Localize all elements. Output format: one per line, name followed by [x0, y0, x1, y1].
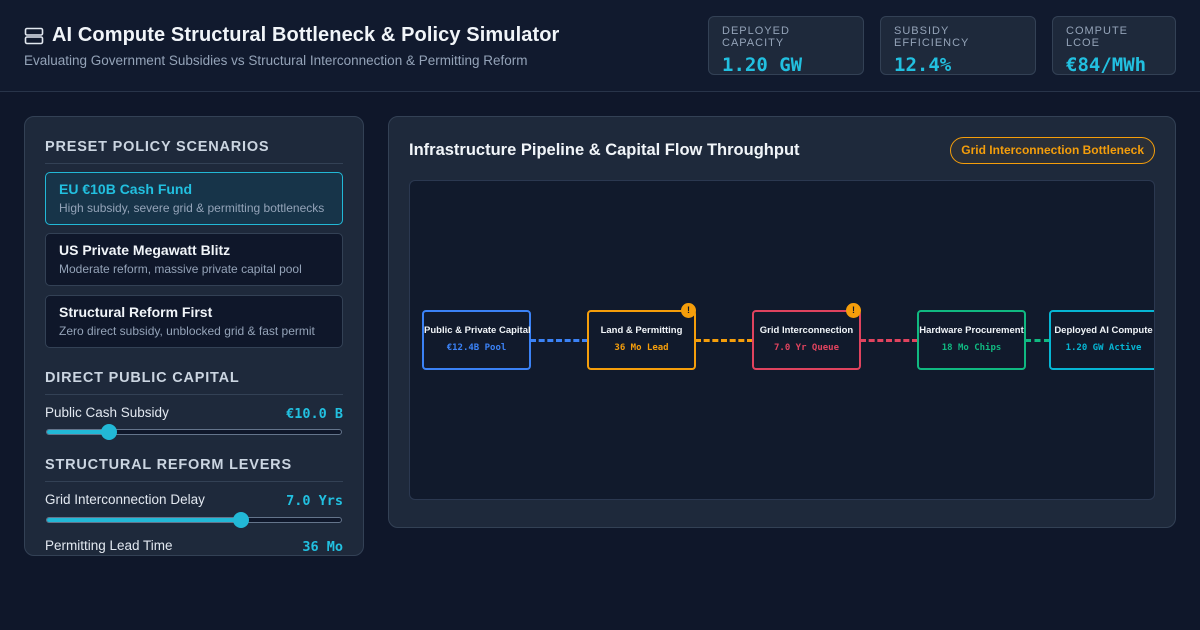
metric-subsidy-efficiency: Subsidy Efficiency 12.4%	[880, 16, 1036, 76]
node-deployed-compute[interactable]: Deployed AI Compute 1.20 GW Active	[1049, 310, 1154, 370]
node-value: 7.0 Yr Queue	[773, 343, 840, 353]
metric-label: Compute LCOE	[1066, 25, 1128, 49]
flow-connector	[530, 339, 588, 342]
node-name: Land & Permitting	[600, 325, 683, 336]
slider-fill	[47, 430, 109, 434]
divider	[45, 163, 343, 164]
metric-value: 12.4%	[894, 54, 952, 76]
node-name: Public & Private Capital	[424, 325, 531, 336]
scenario-us-megawatt-blitz[interactable]: US Private Megawatt Blitz Moderate refor…	[45, 233, 343, 286]
scenario-description: High subsidy, severe grid & permitting b…	[59, 201, 325, 215]
server-stack-icon	[24, 27, 44, 44]
flow-connector	[695, 339, 753, 342]
title-row: AI Compute Structural Bottleneck & Polic…	[24, 24, 559, 47]
node-capital[interactable]: Public & Private Capital €12.4B Pool	[422, 310, 531, 370]
pipeline-canvas: Public & Private Capital €12.4B Pool Lan…	[409, 180, 1155, 500]
scenario-structural-reform-first[interactable]: Structural Reform First Zero direct subs…	[45, 295, 343, 348]
node-permitting[interactable]: Land & Permitting 36 Mo Lead !	[587, 303, 696, 370]
scenarios-heading: Preset Policy Scenarios	[45, 139, 270, 155]
subsidy-label: Public Cash Subsidy	[45, 405, 169, 420]
warning-icon: !	[846, 303, 861, 318]
metric-label: Deployed Capacity	[722, 25, 790, 49]
node-value: €12.4B Pool	[446, 343, 507, 353]
bottleneck-badge: Grid Interconnection Bottleneck	[950, 137, 1155, 164]
metric-value: €84/MWh	[1066, 54, 1147, 76]
node-grid-interconnection[interactable]: Grid Interconnection 7.0 Yr Queue !	[752, 303, 861, 370]
node-hardware[interactable]: Hardware Procurement 18 Mo Chips	[917, 310, 1026, 370]
app-subtitle: Evaluating Government Subsidies vs Struc…	[24, 53, 528, 68]
grid-delay-slider[interactable]	[46, 512, 342, 528]
scenario-description: Moderate reform, massive private capital…	[59, 262, 302, 276]
pipeline-panel: Infrastructure Pipeline & Capital Flow T…	[388, 116, 1176, 528]
reform-heading: Structural Reform Levers	[45, 457, 292, 473]
warning-icon: !	[681, 303, 696, 318]
scenario-eu-cash-fund[interactable]: EU €10B Cash Fund High subsidy, severe g…	[45, 172, 343, 225]
node-name: Hardware Procurement	[919, 325, 1024, 336]
slider-thumb[interactable]	[100, 424, 117, 440]
divider	[45, 481, 343, 482]
app-header: AI Compute Structural Bottleneck & Polic…	[0, 0, 1200, 92]
grid-delay-value: 7.0 Yrs	[286, 493, 343, 509]
node-name: Grid Interconnection	[759, 325, 854, 336]
grid-delay-label: Grid Interconnection Delay	[45, 492, 205, 507]
scenario-name: US Private Megawatt Blitz	[59, 242, 231, 258]
node-value: 1.20 GW Active	[1065, 343, 1142, 353]
scenario-name: EU €10B Cash Fund	[59, 181, 193, 197]
metric-label: Subsidy Efficiency	[894, 25, 970, 49]
permitting-value: 36 Mo	[302, 539, 343, 555]
subsidy-slider[interactable]	[46, 424, 342, 440]
divider	[45, 394, 343, 395]
flow-connector	[860, 339, 918, 342]
flow-connector	[1025, 339, 1050, 342]
scenario-description: Zero direct subsidy, unblocked grid & fa…	[59, 324, 315, 338]
metric-value: 1.20 GW	[722, 54, 803, 76]
metric-compute-lcoe: Compute LCOE €84/MWh	[1052, 16, 1176, 76]
slider-fill	[47, 518, 242, 522]
scenario-name: Structural Reform First	[59, 304, 213, 320]
permitting-label: Permitting Lead Time	[45, 538, 173, 553]
node-value: 18 Mo Chips	[941, 343, 1002, 353]
capital-heading: Direct Public Capital	[45, 370, 240, 386]
subsidy-value: €10.0 B	[286, 406, 343, 422]
metric-deployed-capacity: Deployed Capacity 1.20 GW	[708, 16, 864, 76]
node-name: Deployed AI Compute	[1054, 325, 1153, 336]
app-title: AI Compute Structural Bottleneck & Polic…	[52, 24, 560, 46]
slider-thumb[interactable]	[233, 512, 250, 528]
pipeline-title: Infrastructure Pipeline & Capital Flow T…	[409, 141, 800, 159]
control-panel: Preset Policy Scenarios EU €10B Cash Fun…	[24, 116, 364, 556]
node-value: 36 Mo Lead	[614, 343, 669, 353]
